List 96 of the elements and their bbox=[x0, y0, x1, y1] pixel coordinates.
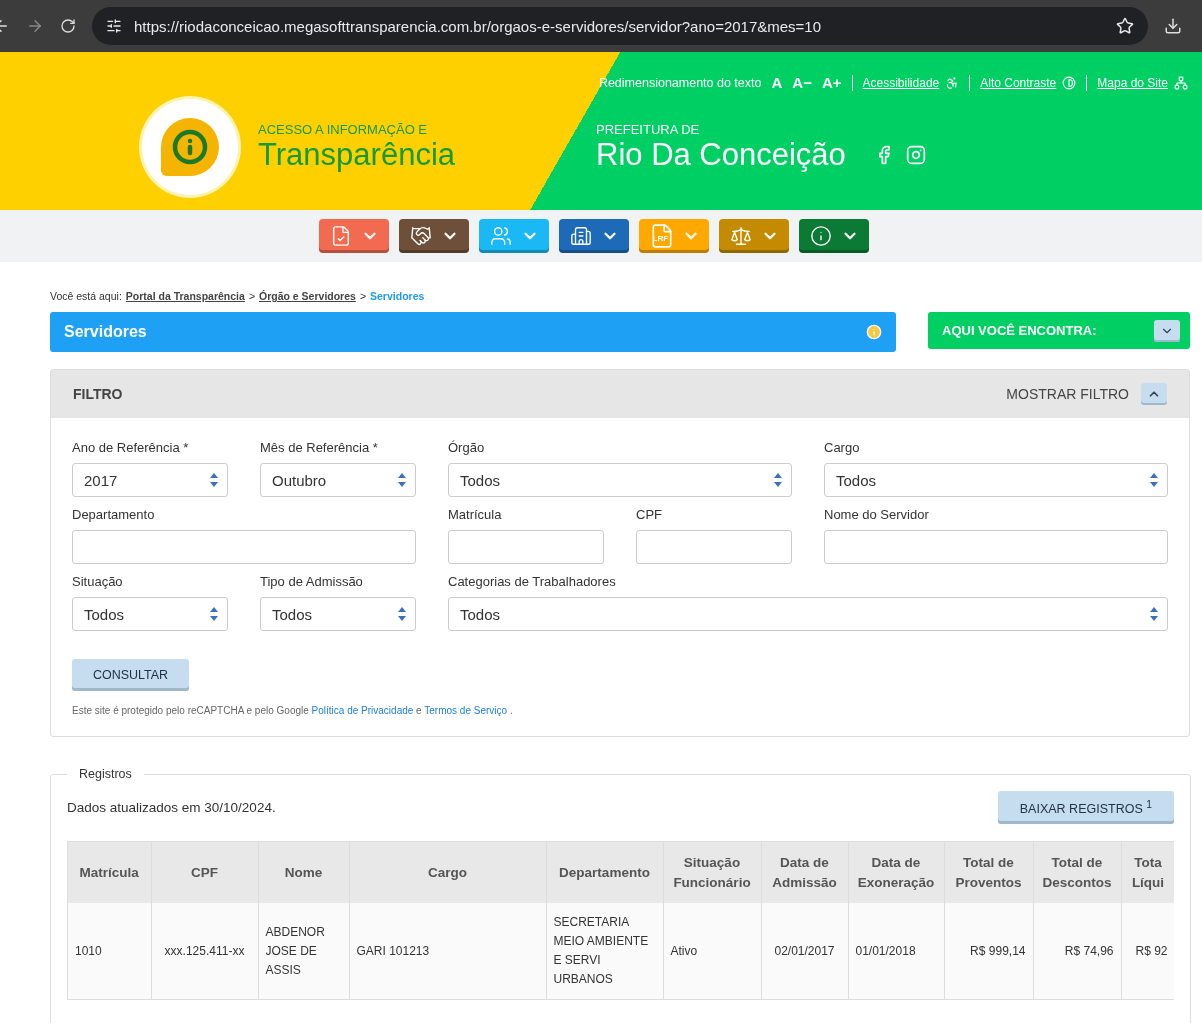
instagram-icon[interactable] bbox=[905, 144, 926, 165]
table-cell: SECRETARIA MEIO AMBIENTE E SERVI URBANOS bbox=[546, 903, 663, 999]
url-text: https://riodaconceicao.megasofttransparencia.com.br/orgaos-e-servidores/servidor?ano=2017&mes=10 bbox=[134, 17, 823, 35]
select-field[interactable]: Outubro bbox=[260, 463, 416, 497]
building-icon bbox=[569, 225, 592, 247]
brand-subtitle: ACESSO A INFORMAÇÃO E bbox=[258, 121, 429, 137]
side-box-title: AQUI VOCÊ ENCONTRA: bbox=[942, 323, 1097, 338]
star-icon[interactable] bbox=[1116, 17, 1134, 35]
select-field[interactable]: Todos bbox=[448, 463, 792, 497]
breadcrumb-link[interactable]: Órgão e Servidores bbox=[259, 290, 356, 302]
table-cell: R$ 999,14 bbox=[944, 903, 1033, 999]
column-header[interactable]: CPF bbox=[151, 842, 258, 903]
column-header[interactable]: Data de Admissão bbox=[761, 842, 848, 903]
field-label: Nome do Servidor bbox=[824, 507, 930, 522]
table-cell: Ativo bbox=[663, 903, 761, 999]
input-field[interactable] bbox=[636, 530, 792, 564]
table-cell: R$ 74,96 bbox=[1033, 903, 1121, 999]
input-field[interactable] bbox=[824, 530, 1168, 564]
column-header[interactable]: Matrícula bbox=[68, 842, 151, 903]
updown-icon bbox=[209, 606, 219, 622]
menu-dropdown-button[interactable] bbox=[799, 219, 869, 253]
info-icon[interactable] bbox=[866, 324, 882, 340]
column-header[interactable]: Total de Descontos bbox=[1033, 842, 1121, 903]
site-settings-icon[interactable] bbox=[106, 18, 122, 34]
collapse-button[interactable] bbox=[1141, 383, 1167, 405]
breadcrumb-link[interactable]: Portal da Transparência bbox=[125, 290, 245, 302]
download-icon[interactable] bbox=[1164, 17, 1182, 35]
menu-dropdown-button[interactable] bbox=[559, 219, 629, 253]
updated-text: Dados atualizados em 30/10/2024. bbox=[67, 800, 276, 815]
download-button[interactable]: BAIXAR REGISTROS $^{1}$ bbox=[997, 791, 1174, 824]
table-cell: 01/01/2018 bbox=[848, 903, 944, 999]
field-label: Tipo de Admissão bbox=[260, 574, 364, 589]
menu-dropdown-button[interactable] bbox=[319, 219, 389, 253]
table-cell: R$ 92 bbox=[1121, 903, 1174, 999]
city-title: Rio Da Conceição bbox=[596, 136, 846, 173]
expand-button[interactable] bbox=[1154, 319, 1180, 342]
field-label: CPF bbox=[636, 507, 663, 522]
updown-icon bbox=[397, 606, 407, 622]
recaptcha-notice: Este site é protegido pelo reCAPTCHA e pelo Google Política de Privacidade e Termos de Serviço . bbox=[72, 705, 514, 716]
field-label: Órgão bbox=[448, 440, 486, 455]
filter-toggle-label: MOSTRAR FILTRO bbox=[1006, 386, 1129, 402]
field-label: Categorias de Trabalhadores bbox=[448, 574, 617, 589]
select-field[interactable]: Todos bbox=[448, 597, 1168, 631]
select-field[interactable]: Todos bbox=[260, 597, 416, 631]
breadcrumb-link[interactable]: Servidores bbox=[370, 290, 425, 302]
filter-title: FILTRO bbox=[73, 386, 123, 402]
people-icon bbox=[489, 225, 512, 247]
brand-title: Transparência bbox=[258, 136, 456, 173]
scale-icon bbox=[729, 225, 752, 247]
table-cell: GARI 101213 bbox=[349, 903, 546, 999]
field-label: Departamento bbox=[72, 507, 156, 522]
column-header[interactable]: Total de Proventos bbox=[944, 842, 1033, 903]
column-header[interactable]: Cargo bbox=[349, 842, 546, 903]
column-header[interactable]: Nome bbox=[258, 842, 349, 903]
updown-icon bbox=[1149, 472, 1159, 488]
input-field[interactable] bbox=[72, 530, 416, 564]
table-cell: ABDENOR JOSE DE ASSIS bbox=[258, 903, 349, 999]
handshake-icon bbox=[409, 225, 432, 247]
field-label: Mês de Referência * bbox=[260, 440, 379, 455]
accessibility-icon[interactable] bbox=[945, 75, 960, 90]
select-field[interactable]: Todos bbox=[824, 463, 1168, 497]
menu-dropdown-button[interactable] bbox=[399, 219, 469, 253]
breadcrumb-prefix: Você está aqui: bbox=[50, 290, 122, 302]
city-subtitle: PREFEITURA DE bbox=[596, 121, 701, 137]
updown-icon bbox=[397, 472, 407, 488]
table-cell: xxx.125.411-xx bbox=[151, 903, 258, 999]
field-label: Situação bbox=[72, 574, 124, 589]
column-header[interactable]: Situação Funcionário bbox=[663, 842, 761, 903]
field-label: Ano de Referência * bbox=[72, 440, 190, 455]
breadcrumb-separator: > bbox=[359, 290, 367, 302]
table-cell: 1010 bbox=[68, 903, 151, 999]
updown-icon bbox=[209, 472, 219, 488]
breadcrumb-separator: > bbox=[248, 290, 255, 302]
records-legend: Registros bbox=[67, 767, 144, 781]
page-title: Servidores bbox=[64, 323, 147, 341]
select-field[interactable]: Todos bbox=[72, 597, 228, 631]
column-header[interactable]: Tota Líqui bbox=[1121, 842, 1174, 903]
address-bar[interactable]: https://riodaconceicao.megasofttransparencia.com.br/orgaos-e-servidores/servidor?ano=2017&mes=10 bbox=[92, 7, 1148, 45]
column-header[interactable]: Data de Exoneração bbox=[848, 842, 944, 903]
consult-button[interactable]: CONSULTAR bbox=[72, 659, 189, 691]
select-field[interactable]: 2017 bbox=[72, 463, 228, 497]
menu-dropdown-button[interactable] bbox=[719, 219, 789, 253]
input-field[interactable] bbox=[448, 530, 604, 564]
info-icon bbox=[809, 225, 832, 247]
table-cell: 02/01/2017 bbox=[761, 903, 848, 999]
terms-link[interactable]: Termos de Serviço bbox=[424, 705, 508, 716]
sitemap-icon[interactable] bbox=[1174, 75, 1188, 90]
column-header[interactable]: Departamento bbox=[546, 842, 663, 903]
forward-arrow-icon[interactable] bbox=[26, 17, 44, 35]
field-label: Cargo bbox=[824, 440, 861, 455]
updown-icon bbox=[1149, 606, 1159, 622]
field-label: Matrícula bbox=[448, 507, 503, 522]
updown-icon bbox=[773, 472, 783, 488]
contrast-icon[interactable] bbox=[1062, 75, 1077, 90]
reload-icon[interactable] bbox=[60, 18, 76, 34]
privacy-link[interactable]: Política de Privacidade bbox=[311, 705, 414, 716]
